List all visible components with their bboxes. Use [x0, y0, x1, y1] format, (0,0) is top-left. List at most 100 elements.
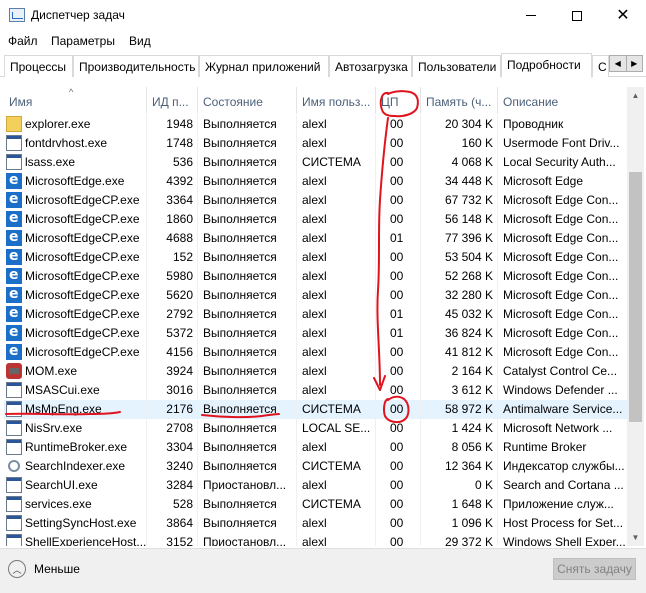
tab-users[interactable]: Пользователи — [412, 55, 501, 77]
scroll-down-icon[interactable]: ▼ — [627, 529, 644, 546]
cell-pid: 3240 — [147, 457, 198, 476]
tab-startup[interactable]: Автозагрузка — [329, 55, 412, 77]
vertical-scrollbar[interactable]: ▲ ▼ — [627, 87, 644, 546]
table-row[interactable]: MicrosoftEdgeCP.exe 4688Выполняетсяalexl0… — [4, 229, 629, 248]
scroll-up-icon[interactable]: ▲ — [627, 87, 644, 104]
column-header-user[interactable]: Имя польз... — [297, 87, 376, 114]
process-name: SearchIndexer.exe — [25, 459, 126, 473]
column-header-memory[interactable]: Память (ч... — [421, 87, 498, 114]
cell-pid: 3924 — [147, 362, 198, 381]
table-row[interactable]: fontdrvhost.exe 1748 Выполняется alexl 00 160… — [4, 134, 629, 153]
cell-memory: 12 364 K — [421, 457, 498, 476]
cell-pid: 152 — [147, 248, 198, 267]
process-generic-icon — [6, 495, 22, 512]
tab-performance[interactable]: Производительность — [73, 55, 199, 77]
cell-pid: 4688 — [147, 229, 198, 248]
process-generic-icon — [6, 419, 22, 436]
tab-scroll-right-icon[interactable]: ▶ — [625, 56, 643, 71]
process-generic-icon — [6, 514, 22, 531]
fewer-details-button[interactable]: ︿ Меньше — [8, 559, 80, 579]
cell-status: Выполняется — [198, 191, 297, 210]
cell-memory: 77 396 K — [421, 229, 498, 248]
cell-description: Microsoft Edge Con... — [498, 324, 629, 343]
table-row[interactable]: MOM.exe 3924 Выполняется alexl 00 2 164 K Cata… — [4, 362, 629, 381]
cell-pid: 3016 — [147, 381, 198, 400]
process-name: MicrosoftEdgeCP.exe — [25, 231, 140, 245]
column-header-name[interactable]: Имя — [4, 87, 147, 114]
cell-user: alexl — [297, 343, 376, 362]
tab-services[interactable]: С — [592, 55, 609, 77]
title-bar: Диспетчер задач ✕ — [0, 0, 646, 31]
tab-app-history[interactable]: Журнал приложений — [199, 55, 329, 77]
cell-memory: 67 732 K — [421, 191, 498, 210]
cell-name: lsass.exe — [4, 153, 147, 172]
table-row[interactable]: MicrosoftEdgeCP.exe 5620Выполняетсяalexl0… — [4, 286, 629, 305]
process-name: MicrosoftEdgeCP.exe — [25, 345, 140, 359]
table-row[interactable]: MicrosoftEdgeCP.exe 5980Выполняетсяalexl0… — [4, 267, 629, 286]
process-mom-icon — [6, 362, 22, 379]
chevron-up-icon: ︿ — [8, 560, 26, 578]
process-name: SettingSyncHost.exe — [25, 516, 137, 530]
process-generic-icon — [6, 476, 22, 493]
close-button[interactable]: ✕ — [600, 0, 646, 31]
tab-details[interactable]: Подробности — [501, 53, 592, 78]
cell-pid: 3864 — [147, 514, 198, 533]
table-row[interactable]: MicrosoftEdgeCP.exe 4156Выполняетсяalexl0… — [4, 343, 629, 362]
cell-cpu: 00 — [376, 191, 421, 210]
cell-name: MicrosoftEdgeCP.exe — [4, 305, 147, 324]
cell-description: Проводник — [498, 115, 629, 134]
minimize-icon — [526, 15, 536, 16]
cell-status: Выполняется — [198, 153, 297, 172]
table-row[interactable]: MicrosoftEdgeCP.exe 3364Выполняетсяalexl0… — [4, 191, 629, 210]
table-row[interactable]: ShellExperienceHost... 3152 Приостановл...… — [4, 533, 629, 546]
menu-file[interactable]: Файл — [8, 34, 38, 48]
cell-user: alexl — [297, 191, 376, 210]
cell-user: СИСТЕМА — [297, 457, 376, 476]
column-header-status[interactable]: Состояние — [198, 87, 297, 114]
maximize-button[interactable] — [554, 0, 600, 31]
tab-processes[interactable]: Процессы — [4, 55, 73, 77]
process-edge-icon — [6, 191, 22, 209]
table-row[interactable]: MicrosoftEdgeCP.exe 1860Выполняетсяalexl0… — [4, 210, 629, 229]
cell-cpu: 00 — [376, 172, 421, 191]
minimize-button[interactable] — [508, 0, 554, 31]
table-row[interactable]: MicrosoftEdge.exe 4392Выполняетсяalexl003… — [4, 172, 629, 191]
table-row[interactable]: MicrosoftEdgeCP.exe 152Выполняетсяalexl00… — [4, 248, 629, 267]
cell-cpu: 00 — [376, 457, 421, 476]
table-row[interactable]: NisSrv.exe 2708 Выполняется LOCAL SE... 00 1 … — [4, 419, 629, 438]
cell-memory: 160 K — [421, 134, 498, 153]
process-name: SearchUI.exe — [25, 478, 98, 492]
process-edge-icon — [6, 286, 22, 304]
end-task-button[interactable]: Снять задачу — [553, 558, 636, 580]
column-header-pid[interactable]: ИД п... — [147, 87, 198, 114]
table-row[interactable]: RuntimeBroker.exe 3304 Выполняется alexl 00 8… — [4, 438, 629, 457]
task-manager-icon — [9, 8, 25, 22]
cell-cpu: 00 — [376, 495, 421, 514]
cell-user: alexl — [297, 514, 376, 533]
process-name: MOM.exe — [25, 364, 78, 378]
cell-status: Выполняется — [198, 457, 297, 476]
table-row[interactable]: MicrosoftEdgeCP.exe 2792Выполняетсяalexl0… — [4, 305, 629, 324]
cell-status: Выполняется — [198, 286, 297, 305]
menu-view[interactable]: Вид — [129, 34, 151, 48]
cell-status: Выполняется — [198, 343, 297, 362]
table-body: explorer.exe 1948 Выполняется alexl 00 20 304… — [4, 115, 629, 546]
cell-pid: 1748 — [147, 134, 198, 153]
process-name: services.exe — [25, 497, 92, 511]
table-row[interactable]: services.exe 528 Выполняется СИСТЕМА 00 1 648… — [4, 495, 629, 514]
column-header-cpu[interactable]: ЦП — [376, 87, 421, 114]
table-row[interactable]: MsMpEng.exe 2176 Выполняется СИСТЕМА 00 58 97… — [4, 400, 629, 419]
column-header-description[interactable]: Описание — [498, 87, 629, 114]
table-row[interactable]: lsass.exe 536 Выполняется СИСТЕМА 00 4 068 KL… — [4, 153, 629, 172]
table-row[interactable]: MicrosoftEdgeCP.exe 5372Выполняетсяalexl0… — [4, 324, 629, 343]
table-row[interactable]: MSASCui.exe 3016 Выполняется alexl 00 3 612 K… — [4, 381, 629, 400]
cell-name: MicrosoftEdgeCP.exe — [4, 343, 147, 362]
cell-pid: 3304 — [147, 438, 198, 457]
menu-options[interactable]: Параметры — [51, 34, 115, 48]
table-row[interactable]: SearchUI.exe 3284 Приостановл... alexl 00 0 K… — [4, 476, 629, 495]
scrollbar-thumb[interactable] — [629, 172, 642, 422]
table-row[interactable]: explorer.exe 1948 Выполняется alexl 00 20 304… — [4, 115, 629, 134]
tab-scroll-left-icon[interactable]: ◀ — [610, 56, 626, 71]
table-row[interactable]: SearchIndexer.exe 3240 Выполняется СИСТЕМА 0… — [4, 457, 629, 476]
table-row[interactable]: SettingSyncHost.exe 3864 Выполняется alexl 0… — [4, 514, 629, 533]
